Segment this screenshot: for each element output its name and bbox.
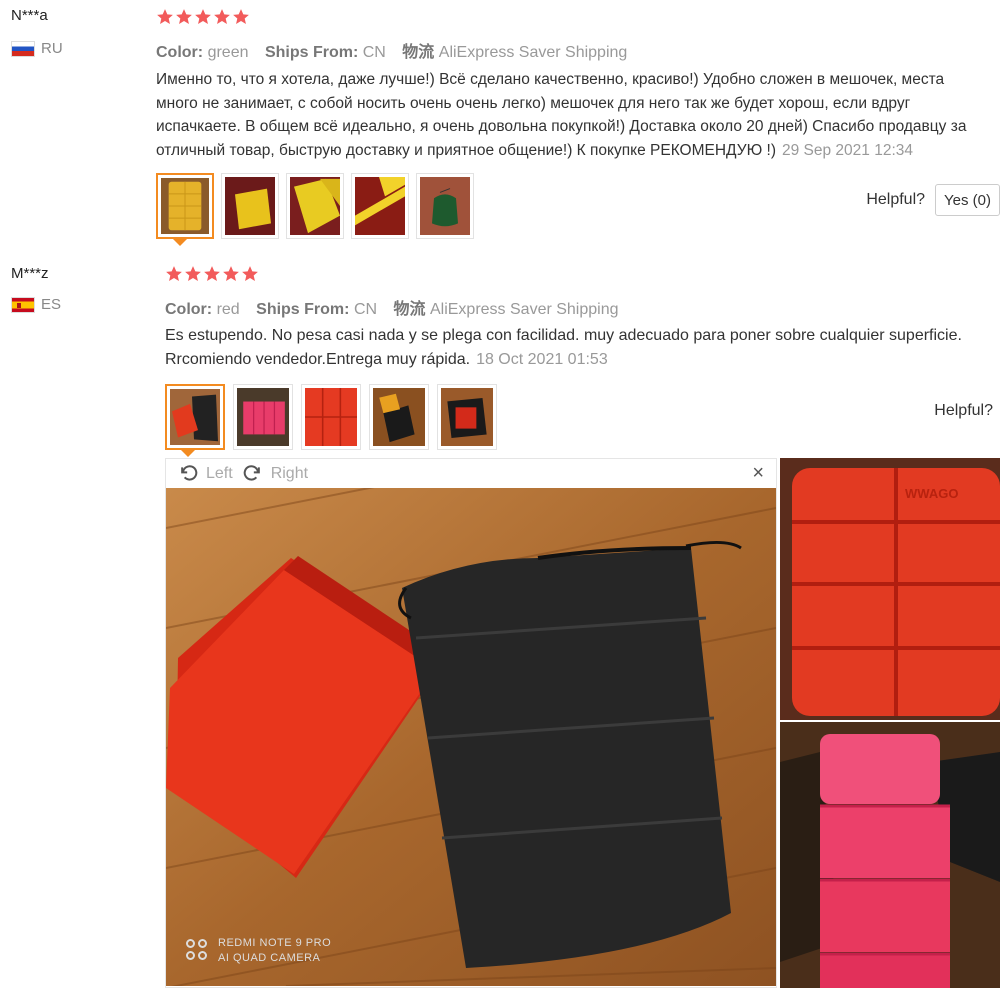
review-photo-thumb[interactable] bbox=[221, 173, 279, 239]
color-label: Color: bbox=[165, 301, 213, 318]
review-photo-thumb[interactable] bbox=[301, 384, 361, 450]
reviewer-country: RU bbox=[11, 40, 63, 57]
rotate-left-button[interactable]: Left bbox=[178, 464, 233, 484]
review-photo-thumb[interactable] bbox=[416, 173, 474, 239]
logistics-value: AliExpress Saver Shipping bbox=[438, 44, 628, 61]
helpful-label: Helpful? bbox=[934, 402, 993, 419]
star-icon bbox=[184, 265, 202, 283]
color-value: green bbox=[207, 44, 249, 61]
order-info: Color: red Ships From: CN 物流 AliExpress … bbox=[165, 295, 631, 319]
color-label: Color: bbox=[156, 44, 204, 61]
viewer-photo-image bbox=[166, 488, 776, 986]
rotate-left-icon bbox=[181, 464, 198, 481]
viewer-toolbar: Left Right × bbox=[166, 459, 776, 488]
rotate-right-label: Right bbox=[270, 464, 309, 482]
helpful-vote: Helpful? Yes (0) bbox=[866, 184, 1000, 216]
review-photo-thumb[interactable] bbox=[233, 384, 293, 450]
order-info: Color: green Ships From: CN 物流 AliExpres… bbox=[156, 38, 639, 62]
logistics-value: AliExpress Saver Shipping bbox=[429, 301, 619, 318]
flag-es-icon bbox=[11, 296, 35, 313]
ships-from-label: Ships From: bbox=[256, 301, 350, 318]
review-item: N***a RU Color: green Ships From: CN 物流 … bbox=[0, 0, 1000, 255]
camera-line-1: REDMI NOTE 9 PRO bbox=[218, 937, 332, 949]
camera-icon bbox=[186, 939, 210, 963]
ships-from-value: CN bbox=[353, 301, 378, 318]
review-photo-thumb[interactable] bbox=[369, 384, 429, 450]
star-icon bbox=[213, 8, 231, 26]
review-photo-thumb[interactable] bbox=[156, 173, 214, 239]
star-icon bbox=[203, 265, 221, 283]
camera-watermark: REDMI NOTE 9 PRO AI QUAD CAMERA bbox=[186, 936, 331, 966]
photo-viewer: Left Right × REDMI NOTE 9 PRO AI QUAD CA… bbox=[165, 458, 777, 988]
star-icon bbox=[232, 8, 250, 26]
ships-from-value: CN bbox=[362, 44, 386, 61]
review-date: 18 Oct 2021 01:53 bbox=[476, 350, 608, 368]
helpful-vote: Helpful? bbox=[934, 402, 993, 420]
star-icon bbox=[222, 265, 240, 283]
country-code: ES bbox=[41, 296, 62, 313]
viewer-photo: REDMI NOTE 9 PRO AI QUAD CAMERA bbox=[166, 488, 776, 986]
reviewer-name: M***z bbox=[11, 265, 49, 282]
review-photo-thumb[interactable] bbox=[351, 173, 409, 239]
logistics-label: 物流 bbox=[402, 44, 435, 61]
star-icon bbox=[175, 8, 193, 26]
star-rating bbox=[156, 8, 250, 26]
reviewer-country: ES bbox=[11, 296, 61, 313]
review-date: 29 Sep 2021 12:34 bbox=[782, 141, 914, 159]
ships-from-label: Ships From: bbox=[264, 44, 359, 61]
reviewer-name: N***a bbox=[11, 7, 48, 24]
star-rating bbox=[165, 265, 259, 283]
helpful-yes-button[interactable]: Yes (0) bbox=[935, 184, 1000, 216]
star-icon bbox=[241, 265, 259, 283]
review-photos bbox=[165, 384, 497, 450]
active-photo-caret bbox=[173, 239, 187, 246]
star-icon bbox=[194, 8, 212, 26]
camera-line-2: AI QUAD CAMERA bbox=[218, 952, 321, 964]
star-icon bbox=[156, 8, 174, 26]
star-icon bbox=[165, 265, 183, 283]
logistics-label: 物流 bbox=[393, 301, 426, 318]
helpful-label: Helpful? bbox=[866, 191, 926, 208]
review-photo-thumb[interactable] bbox=[286, 173, 344, 239]
side-photo: WWAGO bbox=[780, 458, 1000, 720]
country-code: RU bbox=[41, 40, 63, 57]
flag-ru-icon bbox=[11, 40, 35, 57]
side-photo-image bbox=[780, 722, 1000, 988]
rotate-right-button[interactable]: Right bbox=[243, 464, 308, 484]
side-photo bbox=[780, 722, 1000, 988]
close-icon[interactable]: × bbox=[752, 462, 764, 485]
review-text: Именно то, что я хотела, даже лучше!) Вс… bbox=[156, 68, 986, 162]
review-photos bbox=[156, 173, 474, 239]
review-photo-thumb[interactable] bbox=[437, 384, 497, 450]
rotate-right-icon bbox=[243, 464, 260, 481]
review-photo-thumb[interactable] bbox=[165, 384, 225, 450]
color-value: red bbox=[216, 301, 240, 318]
rotate-left-label: Left bbox=[206, 464, 233, 482]
active-photo-caret bbox=[181, 450, 195, 457]
review-text: Es estupendo. No pesa casi nada y se ple… bbox=[165, 324, 995, 371]
side-photo-image: WWAGO bbox=[780, 458, 1000, 720]
brand-text: WWAGO bbox=[905, 486, 958, 501]
